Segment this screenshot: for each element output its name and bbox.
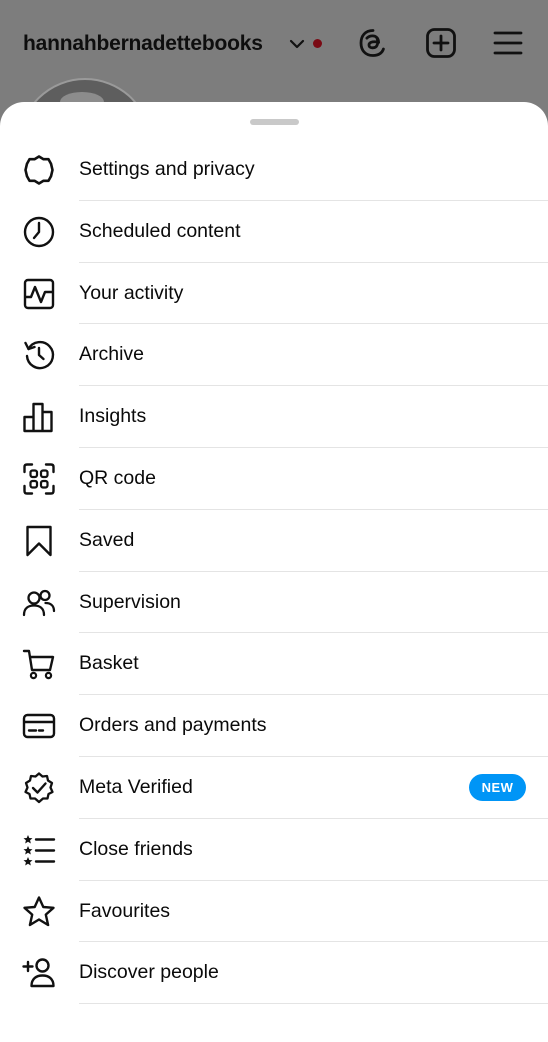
cart-icon (22, 650, 55, 680)
menu-item-label: Meta Verified (79, 775, 193, 798)
menu-item-supervision[interactable]: Supervision (0, 572, 548, 634)
menu-item-label: Archive (79, 343, 145, 366)
menu-sheet: Settings and privacy Scheduled content Y… (0, 102, 548, 1042)
new-badge: NEW (469, 773, 526, 801)
menu-item-label: Basket (79, 652, 139, 675)
menu-item-saved[interactable]: Saved (0, 510, 548, 572)
menu-item-qr-code[interactable]: QR code (0, 448, 548, 510)
star-list-icon (23, 834, 56, 866)
hamburger-menu-icon[interactable] (491, 26, 525, 60)
threads-icon[interactable] (356, 26, 390, 60)
menu-item-close-friends[interactable]: Close friends (0, 819, 548, 881)
notification-dot (313, 39, 322, 48)
people-icon (22, 589, 56, 616)
menu-item-label: Saved (79, 528, 135, 551)
menu-item-your-activity[interactable]: Your activity (0, 263, 548, 325)
menu-item-label: Your activity (79, 281, 184, 304)
bookmark-icon (26, 525, 52, 556)
menu-item-orders-payments[interactable]: Orders and payments (0, 695, 548, 757)
activity-icon (23, 278, 55, 309)
menu-item-insights[interactable]: Insights (0, 386, 548, 448)
menu-item-label: Favourites (79, 899, 171, 922)
menu-item-discover-people[interactable]: Discover people (0, 942, 548, 1005)
menu-item-label: QR code (79, 466, 156, 489)
menu-item-settings[interactable]: Settings and privacy (0, 139, 548, 201)
create-plus-icon[interactable] (424, 26, 458, 60)
archive-history-icon (24, 341, 55, 370)
menu-item-label: Scheduled content (79, 219, 241, 242)
settings-gear-icon (24, 155, 54, 185)
menu-item-label: Orders and payments (79, 714, 267, 737)
verified-badge-icon (24, 772, 54, 804)
star-icon (23, 895, 55, 926)
menu-item-meta-verified[interactable]: Meta Verified NEW (0, 757, 548, 819)
clock-icon (23, 216, 55, 247)
menu-item-archive[interactable]: Archive (0, 324, 548, 387)
add-person-icon (22, 958, 55, 988)
menu-list: Settings and privacy Scheduled content Y… (0, 139, 548, 1005)
card-icon (22, 713, 56, 739)
bar-chart-icon (23, 402, 53, 433)
menu-item-scheduled-content[interactable]: Scheduled content (0, 201, 548, 263)
profile-header: hannahbernadettebooks (0, 0, 548, 212)
menu-item-favourites[interactable]: Favourites (0, 881, 548, 943)
sheet-drag-handle[interactable] (250, 119, 299, 125)
menu-item-label: Settings and privacy (79, 158, 255, 180)
chevron-down-icon[interactable] (289, 37, 305, 51)
qr-code-icon (23, 463, 55, 495)
menu-item-label: Close friends (79, 837, 193, 860)
username-switcher[interactable]: hannahbernadettebooks (23, 32, 263, 56)
divider (79, 1003, 548, 1005)
menu-item-label: Insights (79, 405, 147, 428)
menu-item-basket[interactable]: Basket (0, 633, 548, 696)
menu-item-label: Discover people (79, 961, 219, 984)
menu-item-label: Supervision (79, 590, 181, 613)
